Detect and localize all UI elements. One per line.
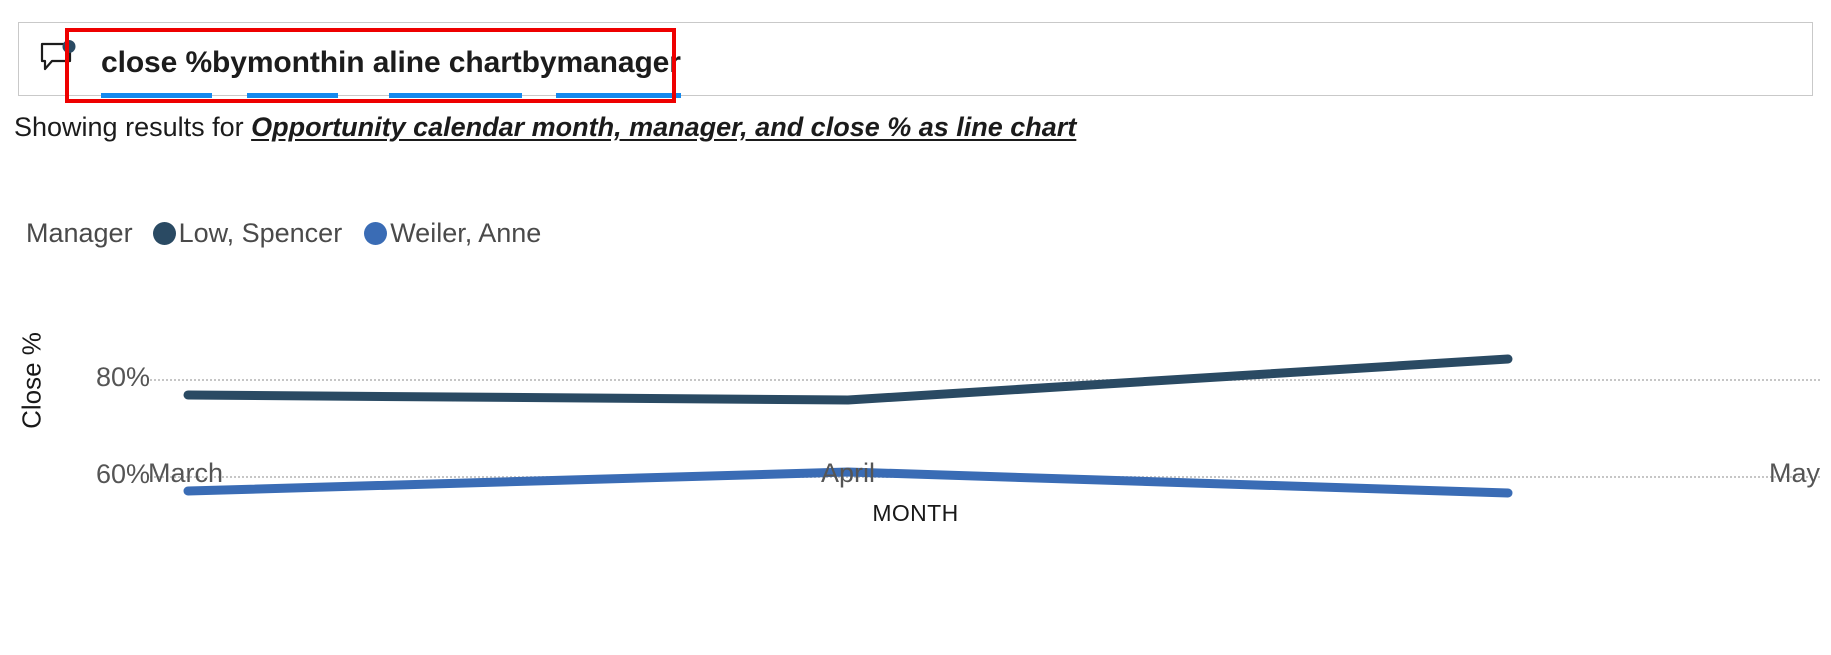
showing-results-link[interactable]: Opportunity calendar month, manager, and… [251,112,1076,142]
line-chart: Manager Low, Spencer Weiler, Anne Close … [0,190,1831,655]
query-token-manager[interactable]: manager [556,45,682,98]
query-token-by-2: by [521,46,557,79]
series-lines [183,354,1513,498]
query-token-by-1: by [212,46,247,79]
x-tick-label-march: March [148,458,224,488]
query-text-container[interactable]: close % by month in a line chart by mana… [101,37,682,98]
showing-results-line: Showing results for Opportunity calendar… [14,110,1076,144]
query-token-line-chart[interactable]: line chart [389,45,523,98]
query-search-bar[interactable]: close % by month in a line chart by mana… [18,22,1813,98]
chat-bubble-icon [39,40,79,78]
query-token-close-pct[interactable]: close % [101,45,212,98]
query-token-month[interactable]: month [246,45,339,98]
x-tick-label-april: April [821,458,876,488]
query-text: close % by month in a line chart by mana… [101,45,682,98]
query-token-in-a: in a [338,46,390,79]
series-line-low-spencer [183,354,1513,405]
x-tick-label-may: May [1769,458,1821,488]
screenshot-root: close % by month in a line chart by mana… [0,0,1831,655]
x-axis-title: MONTH [872,500,959,526]
showing-results-prefix: Showing results for [14,112,252,142]
plot-area: Close % 80% 60% March April May MONTH [0,190,1831,655]
